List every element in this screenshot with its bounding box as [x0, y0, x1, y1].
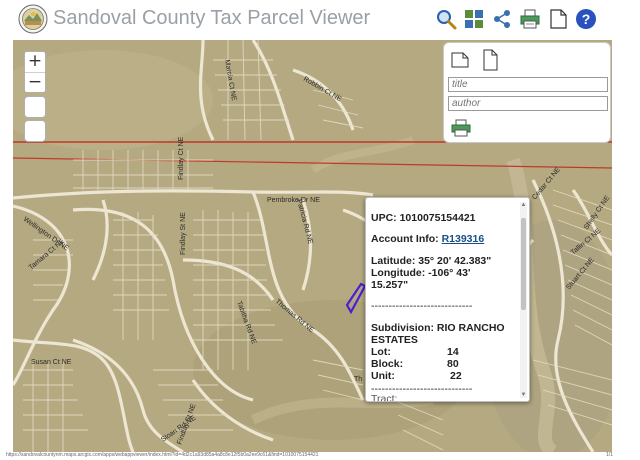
share-icon[interactable] [491, 8, 513, 30]
county-seal-logo [18, 4, 48, 34]
longitude-row: Longitude: -106° 43' [371, 268, 470, 279]
street-label: Th [354, 376, 362, 383]
popup-scrollbar-thumb[interactable] [521, 218, 526, 310]
scroll-down-icon[interactable]: ▼ [520, 392, 527, 398]
tract-label-partial: Tract: [371, 393, 398, 402]
upc-label: UPC: [371, 212, 397, 224]
print-title-input[interactable] [448, 77, 608, 92]
print-author-input[interactable] [448, 96, 608, 111]
lot-value: 14 [447, 346, 459, 358]
latitude-label: Latitude: [371, 255, 416, 267]
status-page-count: 1/1 [606, 452, 613, 458]
help-icon-glyph: ? [582, 11, 591, 27]
print-icon[interactable] [451, 119, 471, 137]
locate-button[interactable] [24, 120, 46, 142]
account-link[interactable]: R139316 [442, 233, 485, 245]
app-title: Sandoval County Tax Parcel Viewer [53, 7, 371, 29]
upc-value: 1010075154421 [399, 212, 476, 224]
document-icon[interactable] [547, 8, 569, 30]
longitude-label: Longitude: [371, 267, 426, 279]
divider: ----------------------------- [371, 300, 473, 312]
parcel-info-popup: UPC: 1010075154421 Account Info: R139316… [365, 197, 530, 402]
lot-label: Lot: [371, 346, 391, 358]
grid-icon[interactable] [463, 8, 485, 30]
unit-label: Unit: [371, 370, 395, 382]
portrait-page-icon[interactable] [480, 49, 500, 71]
street-label: Susan Ct NE [31, 359, 72, 366]
search-icon[interactable] [435, 8, 457, 30]
landscape-page-icon[interactable] [450, 49, 470, 71]
subdivision-value-cont: ESTATES [371, 334, 418, 346]
print-panel [443, 42, 611, 143]
scroll-up-icon[interactable]: ▲ [520, 202, 527, 208]
street-label: Findlay Ct NE [178, 136, 185, 180]
block-label: Block: [371, 358, 404, 370]
zoom-in-button[interactable]: + [25, 52, 45, 72]
unit-value: 22 [450, 370, 462, 382]
subdivision-row: Subdivision: RIO RANCHO [371, 323, 505, 334]
subdivision-label: Subdivision: [371, 322, 434, 334]
longitude-value: -106° 43' [428, 267, 471, 279]
latitude-row: Latitude: 35° 20' 42.383" [371, 256, 491, 267]
subdivision-value: RIO RANCHO [436, 322, 505, 334]
status-url: https://sandovalcountynm.maps.arcgis.com… [6, 452, 319, 458]
account-row: Account Info: R139316 [371, 234, 484, 245]
print-icon[interactable] [519, 8, 541, 30]
map-view[interactable]: Pembroke Dr NE Wellington Dr NE Findlay … [13, 40, 612, 452]
street-label: Findlay St NE [180, 212, 187, 255]
street-label: Pembroke Dr NE [267, 197, 320, 204]
app-header: Sandoval County Tax Parcel Viewer ? [0, 0, 640, 38]
home-button[interactable] [24, 96, 46, 118]
help-icon[interactable]: ? [575, 8, 597, 30]
zoom-control: + − [24, 51, 46, 93]
latitude-value: 35° 20' 42.383" [418, 255, 492, 267]
upc-row: UPC: 1010075154421 [371, 213, 476, 224]
account-label: Account Info: [371, 233, 439, 245]
block-value: 80 [447, 358, 459, 370]
longitude-value-cont: 15.257" [371, 279, 409, 291]
zoom-out-button[interactable]: − [25, 72, 45, 92]
